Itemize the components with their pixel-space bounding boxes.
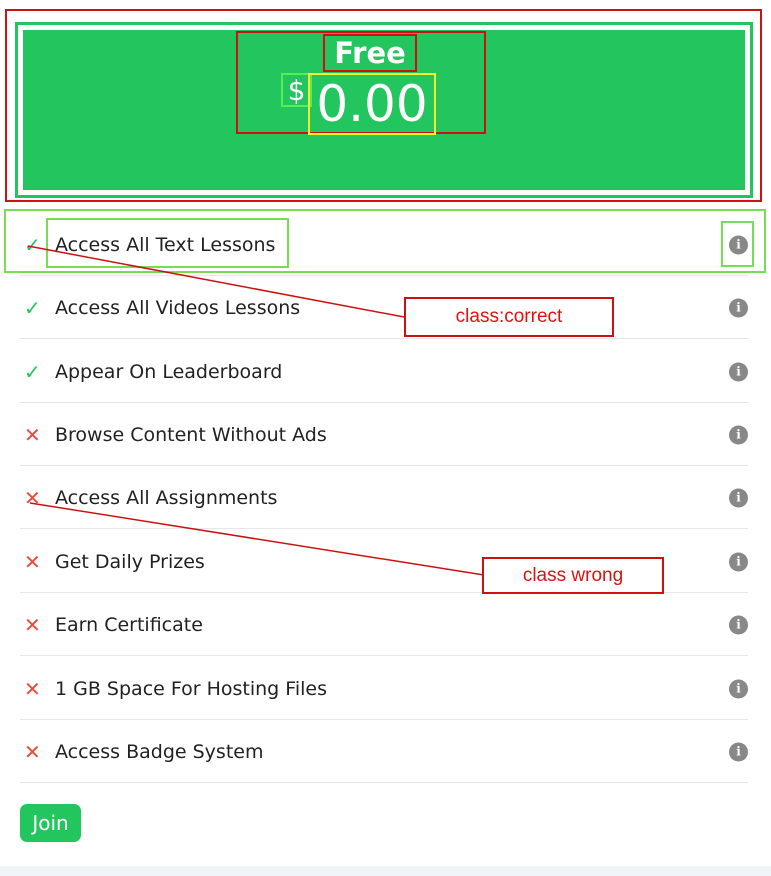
info-icon[interactable]: i — [729, 552, 748, 571]
annotation-callout-correct: class:correct — [404, 297, 614, 337]
info-icon[interactable]: i — [729, 298, 748, 317]
feature-label: Access All Assignments — [55, 486, 278, 509]
feature-label: 1 GB Space For Hosting Files — [55, 677, 327, 700]
price-amount: 0.00 — [308, 73, 436, 135]
feature-label: Get Daily Prizes — [55, 550, 205, 573]
feature-label: Access Badge System — [55, 740, 264, 763]
info-icon[interactable]: i — [729, 615, 748, 634]
info-icon[interactable]: i — [729, 742, 748, 761]
cross-icon: ✕ — [24, 422, 41, 447]
info-icon[interactable]: i — [729, 488, 748, 507]
cross-icon: ✕ — [24, 549, 41, 574]
cross-icon: ✕ — [24, 485, 41, 510]
feature-label: Access All Videos Lessons — [55, 296, 301, 319]
feature-label: Appear On Leaderboard — [55, 360, 283, 383]
check-icon: ✓ — [24, 359, 41, 384]
footer-strip — [0, 866, 771, 876]
info-icon[interactable]: i — [729, 425, 748, 444]
plan-name: Free — [323, 34, 417, 72]
info-icon[interactable]: i — [729, 362, 748, 381]
first-info-annotation-box — [721, 221, 754, 267]
feature-row: ✓ Appear On Leaderboard i — [20, 341, 748, 403]
feature-row: ✕ Earn Certificate i — [20, 594, 748, 656]
feature-label: Browse Content Without Ads — [55, 423, 327, 446]
info-icon[interactable]: i — [729, 679, 748, 698]
feature-label: Earn Certificate — [55, 613, 203, 636]
cross-icon: ✕ — [24, 612, 41, 637]
check-icon: ✓ — [24, 295, 41, 320]
feature-row: ✕ Access All Assignments i — [20, 467, 748, 529]
feature-row: ✕ Browse Content Without Ads i — [20, 404, 748, 466]
cross-icon: ✕ — [24, 676, 41, 701]
feature-row: ✕ 1 GB Space For Hosting Files i — [20, 658, 748, 720]
first-label-annotation-box — [46, 218, 289, 268]
join-button[interactable]: Join — [20, 804, 81, 842]
feature-row: ✓ Access All Videos Lessons i — [20, 277, 748, 339]
cross-icon: ✕ — [24, 739, 41, 764]
feature-row: ✕ Access Badge System i — [20, 721, 748, 783]
annotation-callout-wrong: class wrong — [482, 557, 664, 594]
